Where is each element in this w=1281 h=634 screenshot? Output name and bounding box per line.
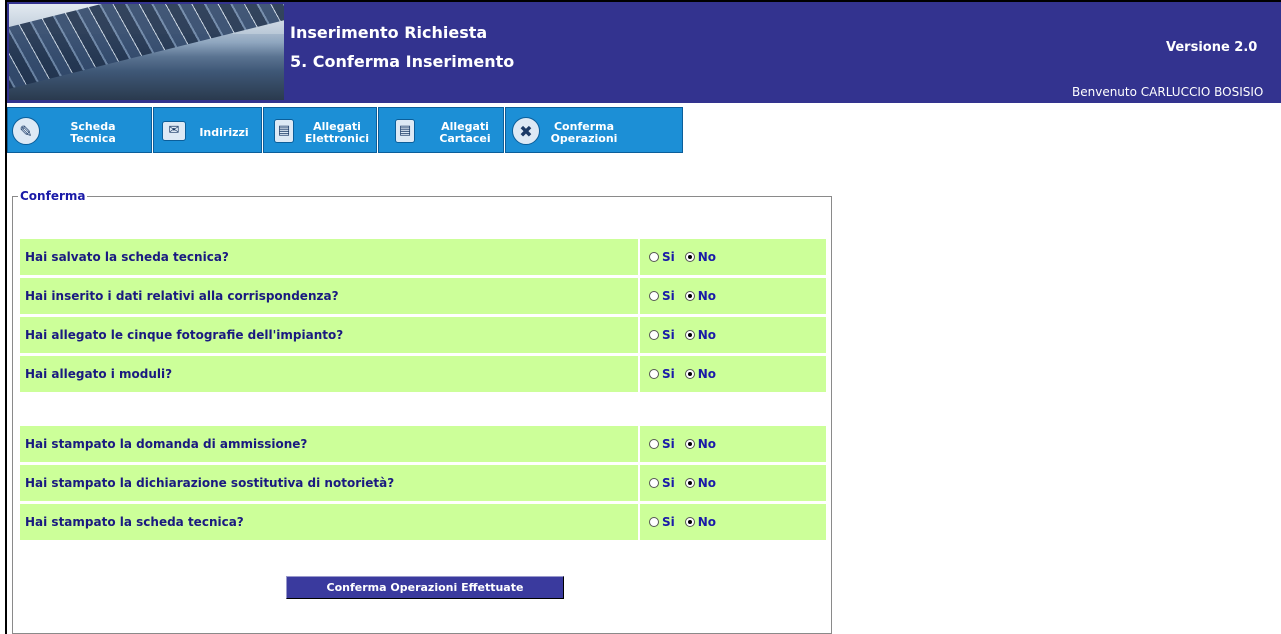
page-subtitle: 5. Conferma Inserimento bbox=[290, 52, 515, 71]
radio-no[interactable] bbox=[684, 517, 695, 527]
header: Inserimento Richiesta 5. Conferma Inseri… bbox=[7, 2, 1281, 103]
radio-no-label: No bbox=[697, 476, 717, 490]
radio-no-label: No bbox=[697, 437, 717, 451]
radio-yes[interactable] bbox=[649, 439, 659, 449]
radio-yes-label: Si bbox=[662, 289, 675, 303]
document-icon: ▤ bbox=[274, 119, 294, 143]
tab-scheda-tecnica[interactable]: ✎ Scheda Tecnica bbox=[7, 107, 152, 153]
radio-yes[interactable] bbox=[649, 517, 659, 527]
tab-label-line2: Cartacei bbox=[439, 132, 491, 145]
confirm-operations-button[interactable]: Conferma Operazioni Effettuate bbox=[286, 576, 564, 599]
tab-indirizzi[interactable]: ✉ Indirizzi bbox=[153, 107, 262, 153]
tab-conferma-operazioni[interactable]: ✖ Conferma Operazioni bbox=[505, 107, 683, 153]
radio-yes-label: Si bbox=[662, 515, 675, 529]
tab-label-line2: Tecnica bbox=[70, 132, 116, 145]
question-row: Hai stampato la domanda di ammissione? Si… bbox=[20, 426, 826, 462]
question-text: Hai allegato le cinque fotografie dell'i… bbox=[25, 328, 344, 342]
tab-label-line2: Elettronici bbox=[304, 132, 370, 145]
question-text: Hai stampato la dichiarazione sostitutiv… bbox=[25, 476, 395, 490]
radio-no[interactable] bbox=[684, 439, 695, 449]
radio-yes[interactable] bbox=[649, 369, 659, 379]
tab-label: Indirizzi bbox=[199, 126, 249, 139]
radio-no[interactable] bbox=[684, 369, 695, 379]
page-title: Inserimento Richiesta bbox=[290, 23, 488, 42]
radio-no-label: No bbox=[697, 515, 717, 529]
tools-icon: ✖ bbox=[512, 117, 540, 145]
fieldset-legend: Conferma bbox=[18, 189, 88, 203]
radio-yes[interactable] bbox=[649, 291, 659, 301]
answer-options: Si No bbox=[638, 278, 726, 314]
document-icon: ▤ bbox=[395, 119, 415, 143]
radio-no-label: No bbox=[697, 367, 717, 381]
question-row: Hai allegato i moduli? Si No bbox=[20, 356, 826, 392]
radio-no[interactable] bbox=[684, 291, 695, 301]
answer-options: Si No bbox=[638, 504, 726, 540]
envelope-icon: ✉ bbox=[162, 121, 186, 141]
radio-yes-label: Si bbox=[662, 250, 675, 264]
question-text: Hai salvato la scheda tecnica? bbox=[25, 250, 229, 264]
solar-panels-banner-image bbox=[9, 4, 284, 100]
version-label: Versione 2.0 bbox=[1166, 40, 1258, 55]
tab-allegati-elettronici[interactable]: ▤ Allegati Elettronici bbox=[263, 107, 377, 153]
question-row: Hai inserito i dati relativi alla corris… bbox=[20, 278, 826, 314]
radio-yes-label: Si bbox=[662, 328, 675, 342]
question-text: Hai stampato la domanda di ammissione? bbox=[25, 437, 308, 451]
radio-yes-label: Si bbox=[662, 476, 675, 490]
radio-yes-label: Si bbox=[662, 367, 675, 381]
radio-yes-label: Si bbox=[662, 437, 675, 451]
radio-no-label: No bbox=[697, 289, 717, 303]
pencil-icon: ✎ bbox=[12, 117, 40, 145]
answer-options: Si No bbox=[638, 465, 726, 501]
question-text: Hai allegato i moduli? bbox=[25, 367, 173, 381]
question-row: Hai stampato la scheda tecnica? Si No bbox=[20, 504, 826, 540]
tab-label-line2: Operazioni bbox=[550, 132, 618, 145]
question-row: Hai salvato la scheda tecnica? Si No bbox=[20, 239, 826, 275]
question-row: Hai allegato le cinque fotografie dell'i… bbox=[20, 317, 826, 353]
radio-yes[interactable] bbox=[649, 478, 659, 488]
answer-options: Si No bbox=[638, 426, 726, 462]
radio-no[interactable] bbox=[684, 478, 695, 488]
radio-no-label: No bbox=[697, 328, 717, 342]
answer-options: Si No bbox=[638, 317, 726, 353]
tab-allegati-cartacei[interactable]: ▤ Allegati Cartacei bbox=[378, 107, 504, 153]
radio-yes[interactable] bbox=[649, 330, 659, 340]
answer-options: Si No bbox=[638, 239, 726, 275]
page-frame: Inserimento Richiesta 5. Conferma Inseri… bbox=[5, 0, 1281, 634]
radio-no[interactable] bbox=[684, 252, 695, 262]
question-text: Hai inserito i dati relativi alla corris… bbox=[25, 289, 339, 303]
answer-options: Si No bbox=[638, 356, 726, 392]
radio-no[interactable] bbox=[684, 330, 695, 340]
welcome-user-label: Benvenuto CARLUCCIO BOSISIO bbox=[1072, 85, 1264, 99]
radio-no-label: No bbox=[697, 250, 717, 264]
question-text: Hai stampato la scheda tecnica? bbox=[25, 515, 244, 529]
question-row: Hai stampato la dichiarazione sostitutiv… bbox=[20, 465, 826, 501]
radio-yes[interactable] bbox=[649, 252, 659, 262]
